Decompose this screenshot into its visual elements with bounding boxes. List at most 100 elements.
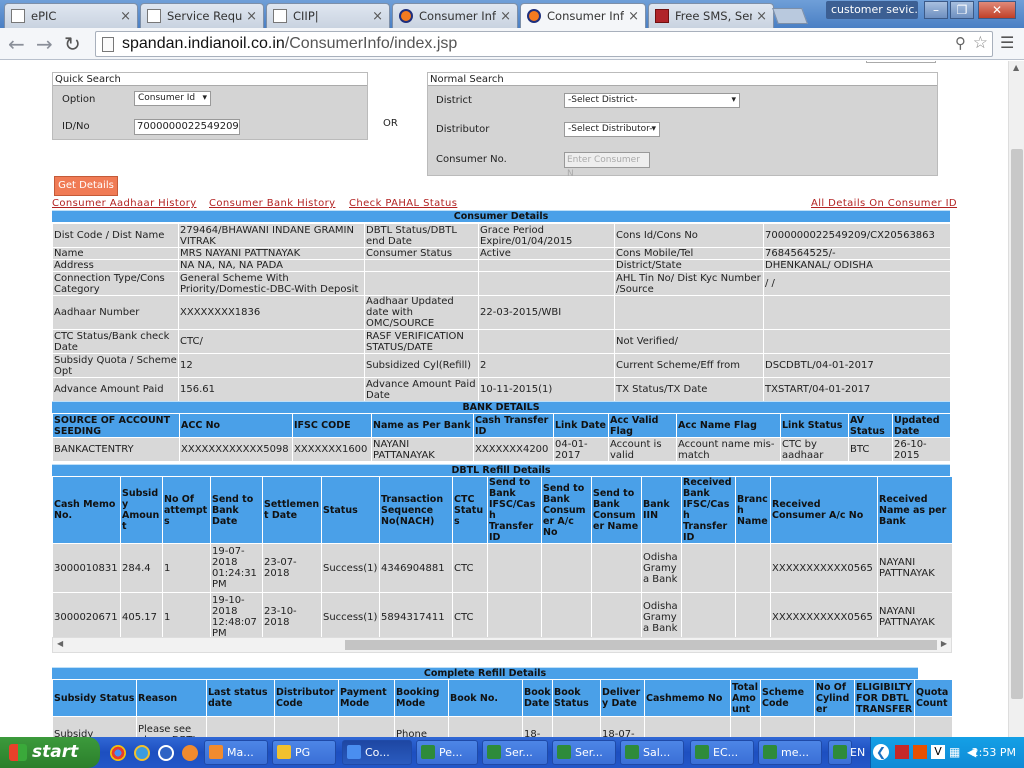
column-header: Subsidy Amount xyxy=(120,476,163,544)
table-cell: XXXXXXXXXXX0565 xyxy=(770,543,878,593)
language-indicator[interactable]: EN xyxy=(850,746,865,759)
close-window-button[interactable]: ✕ xyxy=(978,1,1016,19)
field-value: Active xyxy=(478,247,615,260)
column-header: Booking Mode xyxy=(394,679,449,717)
table-cell: XXXXXXX1600 xyxy=(292,437,372,462)
horizontal-scroll-thumb[interactable] xyxy=(345,640,937,650)
close-tab-icon[interactable]: × xyxy=(372,9,383,24)
table-row: SubsidyPlease see above DBTL Phone 18- 18-0… xyxy=(52,716,953,737)
table-cell xyxy=(541,592,592,642)
table-cell xyxy=(487,592,542,642)
horizontal-scrollbar[interactable]: ◀ ▶ xyxy=(52,637,952,653)
internet-explorer-icon[interactable] xyxy=(134,745,150,761)
tab-service-request[interactable]: Service Reque × xyxy=(140,3,264,28)
taskbar-button[interactable]: Ser... xyxy=(482,740,548,765)
close-tab-icon[interactable]: × xyxy=(500,9,511,24)
tab-epic[interactable]: ePIC × xyxy=(4,3,138,28)
table-cell xyxy=(338,716,395,737)
column-header: No Of attempts xyxy=(162,476,211,544)
consumer-details-row: CTC Status/Bank check Date CTC/RASF VERIF… xyxy=(52,329,951,354)
scroll-left-icon[interactable]: ◀ xyxy=(57,639,63,648)
normal-search-panel: Normal Search District -Select District-… xyxy=(427,72,938,179)
network-icon[interactable]: ▦ xyxy=(949,745,963,759)
start-button[interactable]: start xyxy=(0,737,100,768)
close-tab-icon[interactable]: × xyxy=(628,9,639,24)
forward-icon[interactable]: → xyxy=(36,32,53,56)
tab-consumer-info-1[interactable]: Consumer Info × xyxy=(392,3,518,28)
field-label: Not Verified/ xyxy=(614,329,764,354)
column-header: Subsidy Status xyxy=(52,679,137,717)
column-header: Delivery Date xyxy=(600,679,645,717)
table-cell: 1 xyxy=(162,543,211,593)
taskbar-button[interactable] xyxy=(828,740,852,765)
consumer-no-input[interactable]: Enter Consumer N xyxy=(564,152,650,179)
taskbar-button[interactable]: EC... xyxy=(690,740,754,765)
column-header: Settlement Date xyxy=(262,476,322,544)
consumer-aadhaar-history-link[interactable]: Consumer Aadhaar History xyxy=(52,198,197,209)
taskbar-button-label: Co... xyxy=(365,746,390,759)
quick-search-title: Quick Search xyxy=(53,73,367,86)
app-icon xyxy=(421,745,435,759)
reload-icon[interactable]: ↻ xyxy=(64,32,81,56)
consumer-bank-history-link[interactable]: Consumer Bank History xyxy=(209,198,335,209)
user-profile-button[interactable]: customer sevic... xyxy=(826,1,918,19)
table-cell xyxy=(681,592,736,642)
show-desktop-icon[interactable] xyxy=(158,745,174,761)
id-input[interactable]: 7000000022549209 xyxy=(134,119,240,135)
taskbar-button-label: Ser... xyxy=(505,746,533,759)
tray-expand-icon[interactable]: ❮ xyxy=(873,744,889,760)
tab-ciip[interactable]: CIIP| × xyxy=(266,3,390,28)
minimize-button[interactable]: – xyxy=(924,1,948,19)
antivirus-icon[interactable] xyxy=(895,745,909,759)
taskbar-button[interactable]: Pe... xyxy=(416,740,478,765)
close-tab-icon[interactable]: × xyxy=(756,9,767,24)
vlc-icon[interactable]: V xyxy=(931,745,945,759)
field-value: NA NA, NA, NA PADA xyxy=(178,259,365,272)
taskbar-button[interactable]: me... xyxy=(758,740,822,765)
taskbar-button[interactable]: Ser... xyxy=(552,740,616,765)
taskbar-button[interactable]: Co... xyxy=(342,740,412,765)
taskbar-button-label: Ser... xyxy=(575,746,603,759)
close-tab-icon[interactable]: × xyxy=(246,9,257,24)
address-bar[interactable]: spandan.indianoil.co.in/ConsumerInfo/ind… xyxy=(95,31,993,57)
chrome-icon[interactable] xyxy=(110,745,126,761)
distributor-select[interactable]: -Select Distributor- xyxy=(564,122,660,137)
browser-toolbar: ← → ↻ spandan.indianoil.co.in/ConsumerIn… xyxy=(0,28,1024,60)
district-select[interactable]: -Select District- xyxy=(564,93,740,108)
back-icon[interactable]: ← xyxy=(8,32,25,56)
taskbar-button[interactable]: PG xyxy=(272,740,336,765)
maximize-button[interactable]: ❐ xyxy=(950,1,974,19)
scroll-right-icon[interactable]: ▶ xyxy=(941,639,947,648)
all-details-link[interactable]: All Details On Consumer ID xyxy=(811,198,957,209)
taskbar-button-label: Sal... xyxy=(643,746,671,759)
table-row: 3000020671 405.17 1 19-10-2018 12:48:07 PM 2… xyxy=(52,592,953,642)
table-cell xyxy=(735,592,771,642)
get-details-button[interactable]: Get Details xyxy=(54,176,118,196)
tab-consumer-info-active[interactable]: Consumer Info × xyxy=(520,3,646,28)
firefox-icon[interactable] xyxy=(182,745,198,761)
table-cell: XXXXXXX4200 xyxy=(473,437,554,462)
new-tab-button[interactable] xyxy=(772,8,808,24)
app-icon xyxy=(209,745,223,759)
table-cell: 18-07- xyxy=(600,716,645,737)
table-cell xyxy=(735,543,771,593)
menu-icon[interactable]: ☰ xyxy=(1000,33,1014,52)
zoom-icon[interactable]: ⚲ xyxy=(955,34,966,52)
tab-free-sms[interactable]: Free SMS, Sen × xyxy=(648,3,774,28)
taskbar-button[interactable]: Sal... xyxy=(620,740,684,765)
top-edge-button xyxy=(866,61,936,63)
table-cell: 23-10-2018 xyxy=(262,592,322,642)
security-icon[interactable] xyxy=(913,745,927,759)
column-header: Book Status xyxy=(552,679,601,717)
scroll-up-icon[interactable]: ▲ xyxy=(1013,63,1019,72)
close-tab-icon[interactable]: × xyxy=(120,9,131,24)
table-cell xyxy=(591,543,642,593)
vertical-scrollbar[interactable]: ▲ xyxy=(1008,61,1024,737)
bookmark-star-icon[interactable]: ☆ xyxy=(973,33,988,53)
page-icon xyxy=(102,36,114,52)
taskbar-button[interactable]: Ma... xyxy=(204,740,268,765)
check-pahal-status-link[interactable]: Check PAHAL Status xyxy=(349,198,457,209)
field-label: Dist Code / Dist Name xyxy=(52,223,179,248)
vertical-scroll-thumb[interactable] xyxy=(1011,149,1023,699)
option-select[interactable]: Consumer Id xyxy=(134,91,211,106)
